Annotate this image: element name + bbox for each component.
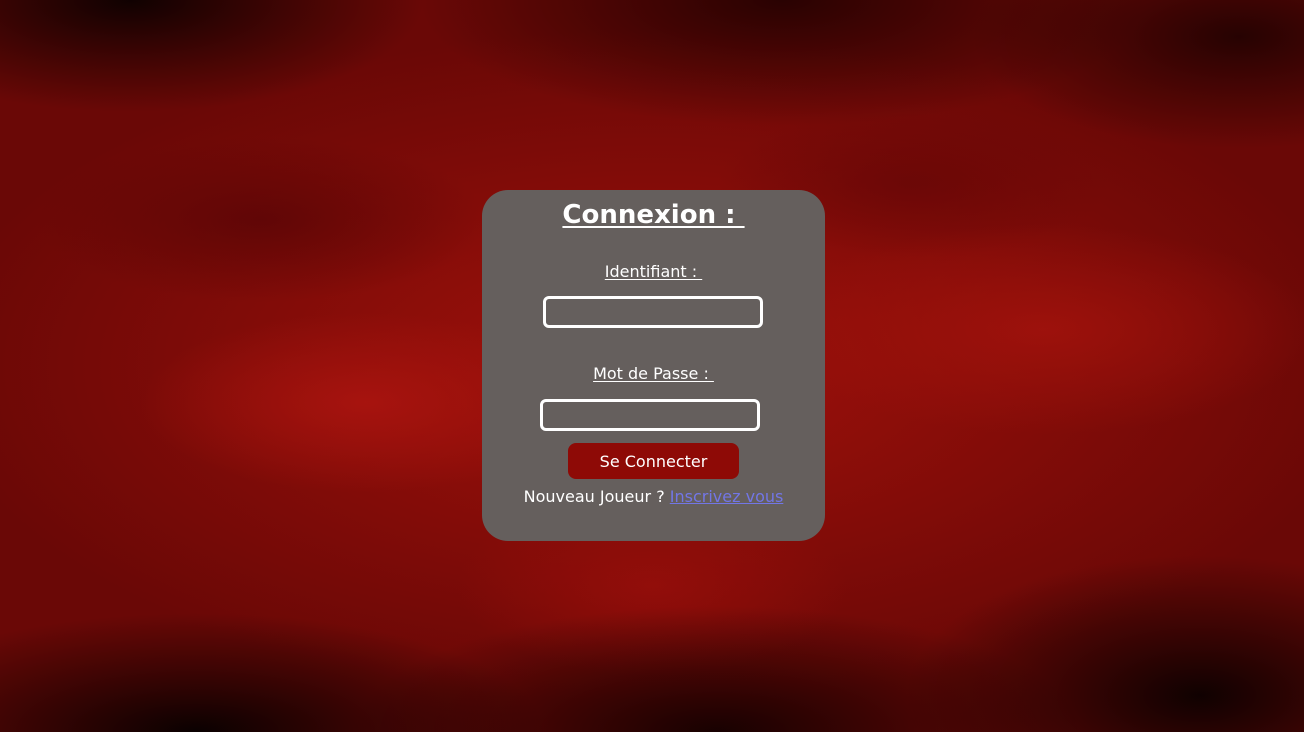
username-label: Identifiant : [604, 262, 703, 281]
login-title: Connexion : [562, 200, 745, 230]
password-label: Mot de Passe : [593, 364, 714, 383]
signup-row: Nouveau Joueur ? Inscrivez vous [482, 487, 825, 506]
username-input[interactable] [543, 296, 763, 328]
login-button[interactable]: Se Connecter [568, 443, 739, 479]
login-card: Connexion : Identifiant : Mot de Passe :… [482, 190, 825, 541]
signup-prompt: Nouveau Joueur ? [523, 487, 670, 506]
password-input[interactable] [540, 399, 760, 431]
signup-link[interactable]: Inscrivez vous [670, 487, 784, 506]
